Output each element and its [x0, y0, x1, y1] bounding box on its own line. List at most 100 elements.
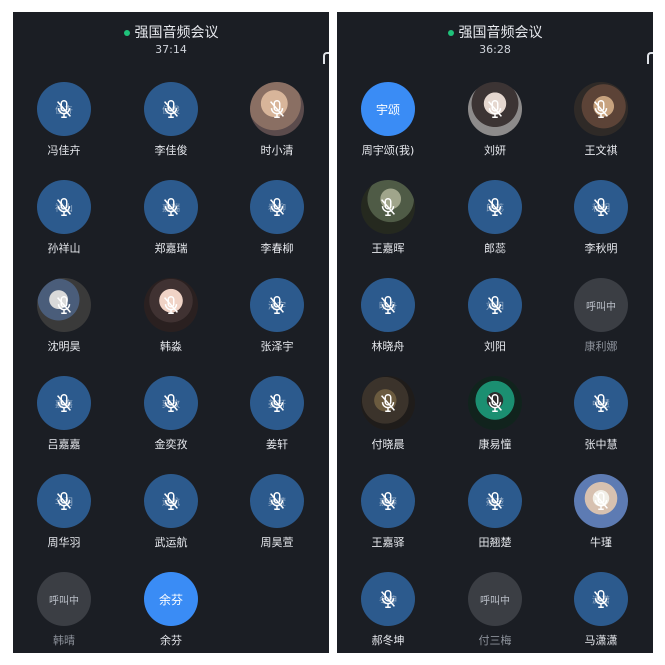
participant-tile[interactable]: 宇颂 周宇颂(我) [338, 82, 438, 158]
meeting-title: 强国音频会议 [458, 25, 543, 41]
participant-avatar[interactable]: 春柳 [250, 180, 304, 234]
participant-avatar[interactable]: 奕孜 [144, 376, 198, 430]
mic-muted-icon [381, 198, 395, 216]
participant-avatar[interactable]: 宇颂 [361, 82, 415, 136]
participant-tile[interactable]: 王文祺 [551, 82, 651, 158]
participant-avatar[interactable] [361, 376, 415, 430]
participant-tile[interactable]: 春柳 李春柳 [227, 180, 327, 256]
participant-tile[interactable]: 中慧 张中慧 [551, 376, 651, 452]
participant-tile[interactable]: 佳俊 李佳俊 [121, 82, 221, 158]
participant-tile[interactable]: 刘妍 [445, 82, 545, 158]
participant-name: 吕嘉嘉 [47, 438, 81, 451]
participant-avatar[interactable]: 姜轩 [250, 376, 304, 430]
participant-avatar[interactable]: 泽宇 [250, 278, 304, 332]
participant-avatar[interactable]: 祥山 [37, 180, 91, 234]
participant-tile[interactable]: 祥山 孙祥山 [14, 180, 114, 256]
participant-tile[interactable]: 时小清 [227, 82, 327, 158]
meeting-timer: 37:14 [155, 43, 187, 56]
participant-avatar[interactable]: 呼叫中 [574, 278, 628, 332]
participant-tile[interactable]: 潇潇 马潇潇 [551, 572, 651, 648]
participant-tile[interactable]: 牛瑾 [551, 474, 651, 550]
participant-avatar[interactable] [250, 82, 304, 136]
participant-tile[interactable]: 王嘉晖 [338, 180, 438, 256]
mic-muted-icon [488, 394, 502, 412]
participant-name: 康利娜 [584, 340, 618, 353]
participant-name: 姜轩 [266, 438, 288, 451]
mic-muted-icon [488, 296, 502, 314]
participant-name: 张泽宇 [260, 340, 294, 353]
participant-tile[interactable]: 晓舟 林晓舟 [338, 278, 438, 354]
participant-avatar[interactable]: 翘楚 [468, 474, 522, 528]
mic-muted-icon [164, 296, 178, 314]
participant-tile[interactable]: 韩淼 [121, 278, 221, 354]
participant-avatar[interactable]: 嘉驿 [361, 474, 415, 528]
participant-tile[interactable]: 昊萱 周昊萱 [227, 474, 327, 550]
participant-name: 时小清 [260, 144, 294, 157]
participant-name: 孙祥山 [47, 242, 81, 255]
participant-avatar[interactable] [468, 376, 522, 430]
participant-avatar[interactable] [574, 82, 628, 136]
participant-avatar[interactable]: 昊萱 [250, 474, 304, 528]
participant-avatar[interactable]: 呼叫中 [468, 572, 522, 626]
participant-tile[interactable]: 刘阳 刘阳 [445, 278, 545, 354]
participant-avatar[interactable]: 华羽 [37, 474, 91, 528]
participant-avatar[interactable]: 潇潇 [574, 572, 628, 626]
participant-name: 周昊萱 [260, 536, 294, 549]
participant-name: 李秋明 [584, 242, 618, 255]
participant-avatar[interactable]: 运航 [144, 474, 198, 528]
participant-avatar[interactable]: 中慧 [574, 376, 628, 430]
participant-tile[interactable]: 嘉瑞 郑嘉瑞 [121, 180, 221, 256]
participant-avatar[interactable] [361, 180, 415, 234]
participant-tile[interactable]: 奕孜 金奕孜 [121, 376, 221, 452]
participant-avatar[interactable]: 郎蕊 [468, 180, 522, 234]
participant-avatar[interactable]: 嘉嘉 [37, 376, 91, 430]
participant-tile[interactable]: 呼叫中 韩晴 [14, 572, 114, 648]
participant-avatar[interactable] [144, 278, 198, 332]
participant-name: 林晓舟 [371, 340, 405, 353]
participant-name: 余芬 [160, 634, 182, 647]
calling-status: 呼叫中 [480, 595, 510, 607]
participant-tile[interactable]: 佳卉 冯佳卉 [14, 82, 114, 158]
participant-avatar[interactable] [37, 278, 91, 332]
participant-avatar[interactable]: 嘉瑞 [144, 180, 198, 234]
participant-name: 付三梅 [478, 634, 512, 647]
participant-tile[interactable]: 泽宇 张泽宇 [227, 278, 327, 354]
participant-name: 牛瑾 [590, 536, 612, 549]
mic-muted-icon [164, 394, 178, 412]
participant-avatar[interactable]: 晓舟 [361, 278, 415, 332]
participant-tile[interactable]: 翘楚 田翘楚 [445, 474, 545, 550]
mic-muted-icon [57, 100, 71, 118]
participant-name: 康易憧 [478, 438, 512, 451]
mic-muted-icon [270, 492, 284, 510]
participant-tile[interactable]: 郎蕊 郎蕊 [445, 180, 545, 256]
participant-tile[interactable]: 康易憧 [445, 376, 545, 452]
participant-avatar[interactable]: 刘阳 [468, 278, 522, 332]
participant-tile[interactable]: 冬坤 郝冬坤 [338, 572, 438, 648]
participant-tile[interactable]: 姜轩 姜轩 [227, 376, 327, 452]
participant-tile[interactable]: 秋明 李秋明 [551, 180, 651, 256]
participant-avatar[interactable]: 佳卉 [37, 82, 91, 136]
participant-tile[interactable]: 华羽 周华羽 [14, 474, 114, 550]
participant-tile[interactable]: 付晓晨 [338, 376, 438, 452]
mic-muted-icon [381, 492, 395, 510]
participant-tile[interactable]: 呼叫中 康利娜 [551, 278, 651, 354]
participant-avatar[interactable]: 佳俊 [144, 82, 198, 136]
participant-avatar[interactable]: 冬坤 [361, 572, 415, 626]
participant-tile[interactable]: 呼叫中 付三梅 [445, 572, 545, 648]
participant-name: 田翘楚 [478, 536, 512, 549]
participant-tile[interactable]: 嘉嘉 吕嘉嘉 [14, 376, 114, 452]
participant-avatar[interactable]: 余芬 [144, 572, 198, 626]
mic-muted-icon [381, 394, 395, 412]
mic-muted-icon [381, 590, 395, 608]
participant-tile[interactable]: 余芬 余芬 [121, 572, 221, 648]
participant-avatar[interactable] [574, 474, 628, 528]
participant-avatar[interactable]: 秋明 [574, 180, 628, 234]
participant-avatar[interactable]: 呼叫中 [37, 572, 91, 626]
mic-muted-icon [488, 198, 502, 216]
participant-avatar[interactable] [468, 82, 522, 136]
participant-name: 王嘉晖 [371, 242, 405, 255]
participant-tile[interactable]: 运航 武运航 [121, 474, 221, 550]
participant-tile[interactable]: 嘉驿 王嘉驿 [338, 474, 438, 550]
participant-tile[interactable]: 沈明昊 [14, 278, 114, 354]
mic-muted-icon [381, 296, 395, 314]
